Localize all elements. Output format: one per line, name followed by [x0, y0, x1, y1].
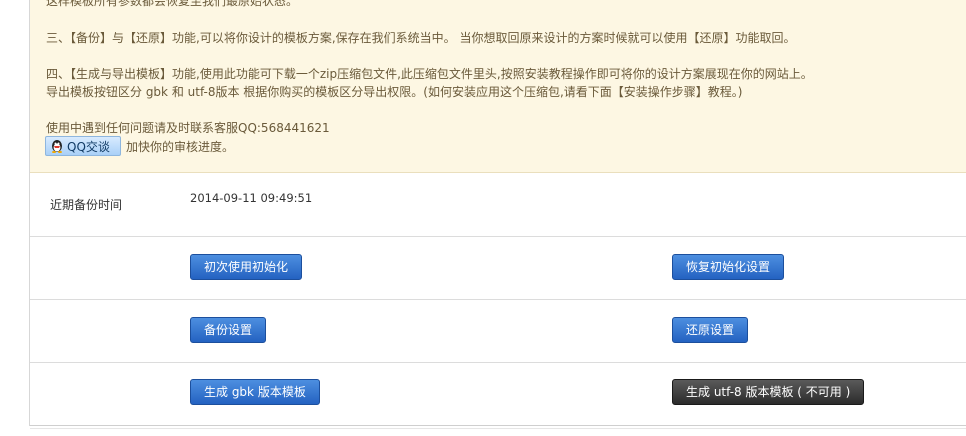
notice-panel: 这样模板所有参数都会恢复至我们最原始状态。 三、【备份】与【还原】功能,可以将你… — [30, 0, 966, 173]
backup-time-label: 近期备份时间 — [50, 198, 123, 212]
restore-init-button[interactable]: 恢复初始化设置 — [672, 254, 785, 280]
notice-line-contact: 使用中遇到任何问题请及时联系客服QQ:568441621 — [46, 121, 330, 135]
table-row-generate: 生成 gbk 版本模板 生成 utf-8 版本模板 ( 不可用 ) — [30, 363, 966, 425]
notice-line-top-partial: 这样模板所有参数都会恢复至我们最原始状态。 — [46, 0, 299, 8]
table-row-backup-time: 近期备份时间 2014-09-11 09:49:51 — [30, 173, 966, 237]
table-bottom-border-shadow — [30, 428, 966, 429]
qq-penguin-icon — [50, 139, 64, 153]
generate-utf8-button-disabled: 生成 utf-8 版本模板 ( 不可用 ) — [672, 379, 865, 405]
restore-settings-button[interactable]: 还原设置 — [672, 317, 749, 343]
generate-gbk-button[interactable]: 生成 gbk 版本模板 — [190, 379, 320, 405]
table-row-init: 初次使用初始化 恢复初始化设置 — [30, 237, 966, 300]
qq-chat-button[interactable]: QQ交谈 — [45, 136, 121, 156]
backup-settings-button[interactable]: 备份设置 — [190, 317, 267, 343]
qq-after-text: 加快你的审核进度。 — [126, 140, 235, 154]
table-row-backup: 备份设置 还原设置 — [30, 300, 966, 363]
qq-chat-label: QQ交谈 — [67, 139, 110, 154]
backup-time-value: 2014-09-11 09:49:51 — [190, 191, 313, 205]
notice-line-export: 导出模板按钮区分 gbk 和 utf-8版本 根据你购买的模板区分导出权限。(如… — [46, 85, 743, 99]
notice-line-generate: 四、【生成与导出模板】功能,使用此功能可下载一个zip压缩包文件,此压缩包文件里… — [46, 67, 813, 81]
init-first-button[interactable]: 初次使用初始化 — [190, 254, 303, 280]
notice-line-restore: 三、【备份】与【还原】功能,可以将你设计的模板方案,保存在我们系统当中。 当你想… — [46, 31, 796, 45]
table-bottom-border — [30, 425, 966, 426]
